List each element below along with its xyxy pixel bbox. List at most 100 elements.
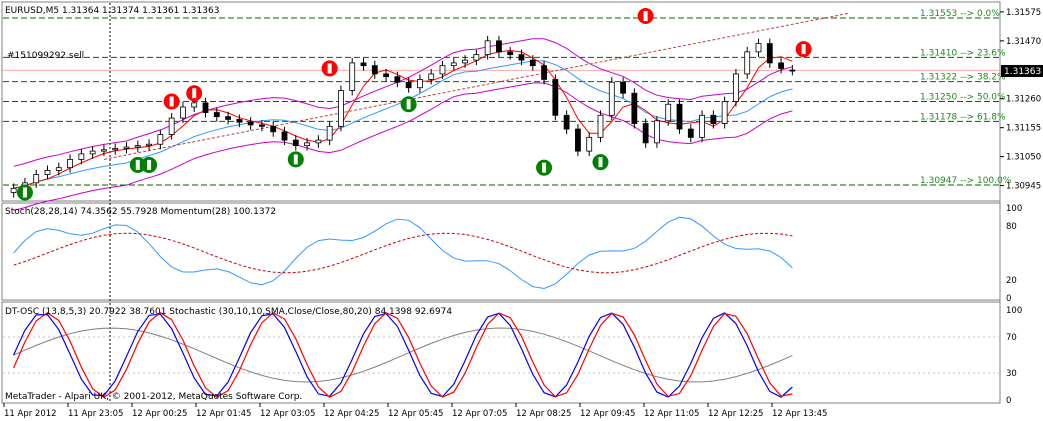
arrow-glyph-icon: [542, 162, 547, 173]
candle-body: [778, 62, 784, 69]
dt-stochastic-line: [13, 327, 793, 383]
candle-body: [33, 174, 40, 184]
candle-body: [349, 62, 356, 91]
stoch-panel-plot: [13, 216, 793, 290]
candle-body: [642, 123, 649, 144]
arrow-glyph-icon: [192, 88, 197, 99]
candle-body: [766, 43, 773, 64]
candle-body: [710, 114, 717, 124]
candle-body: [529, 59, 536, 67]
candle-body: [744, 51, 751, 75]
stoch-tick-label: 20: [1006, 276, 1017, 286]
candle-body: [496, 40, 502, 53]
candle-body: [191, 102, 198, 108]
time-tick-label: 12 Apr 13:45: [772, 409, 827, 419]
candle-body: [89, 150, 96, 155]
candle-body: [134, 145, 141, 148]
arrow-glyph-icon: [147, 159, 152, 170]
candle-body: [326, 125, 333, 141]
time-tick-label: 12 Apr 12:25: [708, 409, 763, 419]
stoch-signal-line: [13, 232, 793, 274]
candle-body: [157, 134, 164, 145]
arrow-glyph-icon: [327, 63, 332, 74]
candle-body: [168, 117, 175, 135]
candle-body: [371, 65, 378, 75]
fibo-level-label: 1.30947 --> 100.0%: [920, 176, 1012, 186]
dt-panel-title: DT-OSC (13,8,5,3) 20.7922 38.7601 Stocha…: [5, 307, 452, 317]
candle-body: [450, 62, 457, 67]
price-tick-label: 1.31575: [1006, 8, 1041, 18]
candle-body: [563, 114, 570, 130]
candle-body: [541, 65, 547, 80]
current-price-text: 1.31363: [1004, 67, 1041, 77]
candle-body: [55, 167, 62, 171]
candle-body: [586, 136, 593, 152]
time-tick-label: 12 Apr 11:05: [644, 409, 699, 419]
arrow-glyph-icon: [643, 11, 648, 22]
candle-body: [789, 69, 796, 72]
candle-body: [270, 125, 277, 133]
candle-body: [665, 103, 672, 122]
arrow-glyph-icon: [801, 44, 806, 55]
candle-body: [78, 153, 85, 160]
candle-body: [247, 121, 254, 126]
arrow-glyph-icon: [135, 159, 140, 170]
candle-body: [180, 106, 186, 119]
arrow-glyph-icon: [22, 187, 27, 198]
time-tick-label: 11 Apr 2012: [4, 409, 57, 419]
time-tick-label: 12 Apr 01:45: [196, 409, 251, 419]
candle-body: [10, 187, 17, 193]
stoch-panel[interactable]: [1, 202, 1001, 301]
candle-body: [439, 65, 446, 75]
candle-body: [699, 114, 705, 138]
candle-body: [202, 102, 209, 113]
candle-body: [225, 116, 231, 120]
candle-body: [608, 81, 615, 116]
candle-body: [620, 81, 626, 94]
copyright-text: MetaTrader - Alpari UK, © 2001-2012, Met…: [5, 392, 302, 402]
candle-body: [417, 79, 423, 89]
candle-body: [631, 92, 638, 124]
candle-body: [507, 51, 514, 56]
fibo-level-label: 1.31553 --> 0.0%: [920, 9, 1000, 19]
price-tick-label: 1.31050: [1006, 153, 1041, 163]
candle-body: [112, 147, 119, 151]
candle-body: [428, 73, 435, 80]
candle-body: [338, 90, 344, 127]
candle-body: [236, 119, 243, 123]
candle-body: [484, 40, 491, 56]
order-label: #151099292 sell: [7, 51, 84, 61]
candle-body: [654, 120, 660, 144]
arrow-glyph-icon: [169, 96, 174, 107]
candle-body: [44, 170, 51, 175]
candle-body: [473, 54, 480, 61]
candle-body: [552, 79, 559, 116]
trading-chart[interactable]: 1.31553 --> 0.0% 1.31410 --> 23.6% 1.31322…: [0, 0, 1043, 421]
fibo-level-label: 1.31322 --> 38.2%: [920, 73, 1006, 83]
dt-osc-panel[interactable]: [1, 301, 1001, 404]
candle-body: [575, 128, 581, 152]
candle-body: [281, 131, 288, 141]
fibo-level-label: 1.31410 --> 23.6%: [920, 48, 1006, 58]
candle-body: [733, 73, 739, 102]
price-tick-label: 1.31260: [1006, 95, 1041, 105]
dt-tick-label: 0: [1006, 396, 1011, 406]
stoch-main-line: [13, 216, 793, 290]
stoch-tick-label: 80: [1006, 222, 1017, 232]
candle-body: [597, 114, 604, 138]
stoch-tick-label: 0: [1006, 294, 1011, 304]
time-tick-label: 12 Apr 05:45: [388, 409, 443, 419]
candle-body: [676, 103, 683, 130]
dt-tick-label: 70: [1006, 333, 1017, 343]
time-tick-label: 12 Apr 09:45: [580, 409, 635, 419]
arrow-glyph-icon: [598, 157, 603, 168]
candle-body: [213, 112, 220, 118]
candle-body: [721, 101, 728, 124]
candle-body: [462, 59, 468, 64]
candle-body: [304, 142, 310, 147]
candle-body: [101, 149, 107, 152]
time-tick-label: 11 Apr 23:05: [68, 409, 123, 419]
time-tick-label: 12 Apr 03:05: [260, 409, 315, 419]
dt-tick-label: 100: [1006, 306, 1022, 316]
candle-body: [360, 62, 367, 67]
